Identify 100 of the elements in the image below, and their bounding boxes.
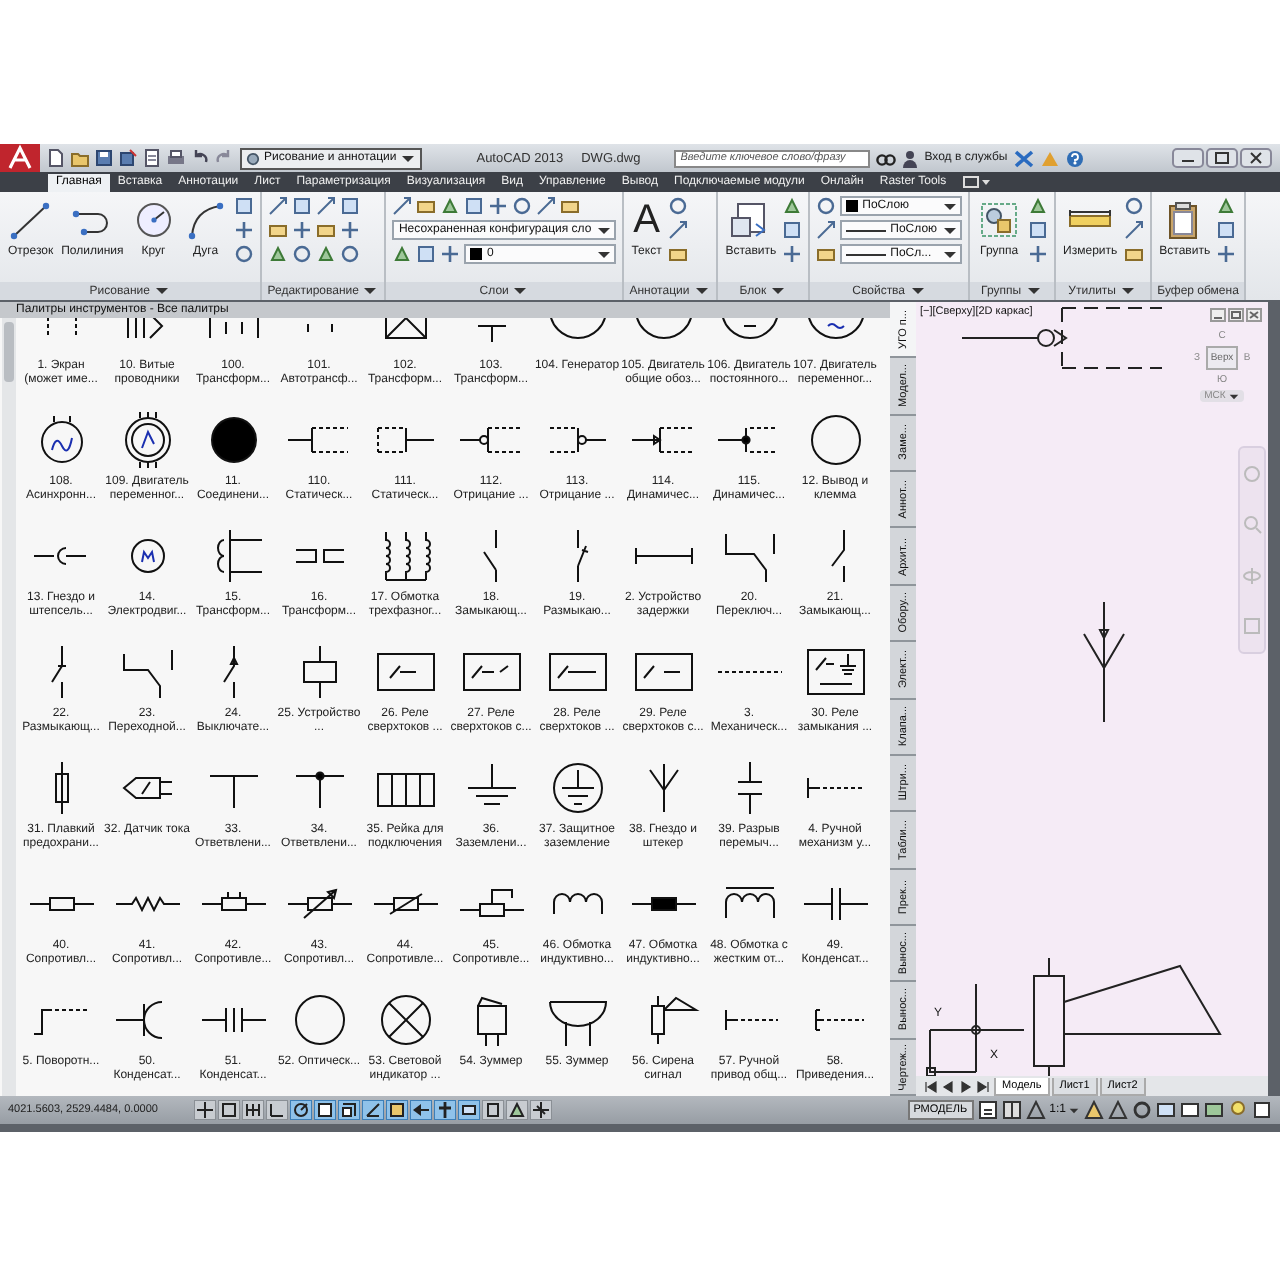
drawing-aid-toggle[interactable] [218, 1100, 240, 1120]
tool-icon[interactable] [816, 196, 837, 216]
caret-icon[interactable] [512, 284, 529, 298]
caret-icon[interactable] [153, 284, 170, 298]
tool-icon[interactable] [1027, 220, 1048, 240]
tool-icon[interactable] [667, 220, 688, 240]
drawing-aid-toggle[interactable] [410, 1100, 432, 1120]
tool-icon[interactable] [667, 244, 688, 264]
drawing-aid-toggle[interactable] [482, 1100, 504, 1120]
tool-icon[interactable] [1123, 220, 1144, 240]
ucs-icon [926, 980, 1030, 1076]
tool-icon[interactable] [267, 244, 288, 264]
caret-icon[interactable] [770, 284, 787, 298]
tool-icon[interactable] [464, 196, 485, 216]
panel-toggle-icon[interactable] [962, 174, 991, 190]
tool-icon[interactable] [291, 220, 312, 240]
antenna-drawing [1080, 602, 1128, 722]
minimize-icon[interactable] [1172, 148, 1204, 168]
close-icon[interactable] [1240, 148, 1272, 168]
close-icon[interactable] [1246, 308, 1262, 322]
tool-icon[interactable] [1216, 196, 1237, 216]
open-folder-icon[interactable] [70, 148, 90, 168]
new-file-icon[interactable] [46, 148, 66, 168]
tool-icon[interactable] [233, 196, 254, 216]
tool-icon[interactable] [291, 196, 312, 216]
tool-icon[interactable] [512, 196, 533, 216]
tool-icon[interactable] [782, 196, 803, 216]
tool-icon[interactable] [816, 244, 837, 264]
drawing-aid-toggle[interactable] [266, 1100, 288, 1120]
drawing-aid-toggle[interactable] [242, 1100, 264, 1120]
light-bulb-icon[interactable] [1228, 1100, 1248, 1120]
tool-icon[interactable] [440, 244, 461, 264]
caret-icon [400, 151, 417, 165]
caret-icon [1227, 391, 1240, 401]
tool-icon[interactable] [291, 244, 312, 264]
tool-icon[interactable] [536, 196, 557, 216]
caret-icon [1068, 1105, 1080, 1115]
tool-icon[interactable] [1027, 196, 1048, 216]
tool-icon[interactable] [267, 220, 288, 240]
caret-icon[interactable] [1025, 284, 1042, 298]
arc-tool-icon [183, 200, 228, 240]
help-icon[interactable] [1065, 149, 1084, 167]
drawing-aid-toggle[interactable] [386, 1100, 408, 1120]
tool-icon[interactable] [1123, 244, 1144, 264]
tool-icon[interactable] [782, 220, 803, 240]
tool-icon[interactable] [267, 196, 288, 216]
caret-icon[interactable] [362, 284, 379, 298]
caret-icon[interactable] [1120, 284, 1136, 298]
tool-icon[interactable] [1027, 244, 1048, 264]
drawing-aid-toggle[interactable] [434, 1100, 456, 1120]
drawing-aid-toggle[interactable] [314, 1100, 336, 1120]
tool-icon[interactable] [392, 244, 413, 264]
save-icon[interactable] [94, 148, 114, 168]
print-icon[interactable] [166, 148, 186, 168]
tool-icon[interactable] [233, 220, 254, 240]
drawing-aid-toggle[interactable] [530, 1100, 552, 1120]
last-page-icon[interactable] [976, 1079, 992, 1093]
tool-icon[interactable] [816, 220, 837, 240]
tool-icon[interactable] [339, 196, 360, 216]
tool-icon[interactable] [339, 220, 360, 240]
maximize-icon[interactable] [1228, 308, 1244, 322]
tool-icon[interactable] [488, 196, 509, 216]
drawing-aid-toggle[interactable] [194, 1100, 216, 1120]
tool-icon[interactable] [1216, 244, 1237, 264]
drawing-aid-toggle[interactable] [506, 1100, 528, 1120]
tool-icon[interactable] [315, 196, 336, 216]
tool-icon[interactable] [782, 244, 803, 264]
binoculars-icon[interactable] [876, 149, 897, 167]
drawing-aid-toggle[interactable] [338, 1100, 360, 1120]
tool-icon[interactable] [1123, 196, 1144, 216]
scrollbar[interactable] [2, 318, 16, 1096]
tool-icon[interactable] [560, 196, 581, 216]
viewports-icon[interactable] [1001, 1100, 1022, 1120]
tool-icon[interactable] [1216, 220, 1237, 240]
group-tool-icon [977, 200, 1022, 240]
tool-icon[interactable] [667, 196, 688, 216]
save-as-icon[interactable] [118, 148, 138, 168]
tool-icon[interactable] [416, 244, 437, 264]
maximize-icon[interactable] [1206, 148, 1238, 168]
tool-icon[interactable] [416, 196, 437, 216]
document-icon[interactable] [142, 148, 162, 168]
drawing-aid-toggle[interactable] [362, 1100, 384, 1120]
caret-icon[interactable] [693, 284, 710, 298]
line-tool-icon [8, 200, 53, 240]
tool-icon[interactable] [315, 220, 336, 240]
drawing-aid-toggle[interactable] [458, 1100, 480, 1120]
caret-icon[interactable] [909, 284, 926, 298]
tool-icon[interactable] [392, 196, 413, 216]
minimize-icon[interactable] [1210, 308, 1226, 322]
first-page-icon[interactable] [922, 1079, 938, 1093]
tool-icon[interactable] [440, 196, 461, 216]
drawing-aid-toggle[interactable] [290, 1100, 312, 1120]
tool-icon[interactable] [315, 244, 336, 264]
tool-icon[interactable] [233, 244, 254, 264]
circle-tool-icon [131, 200, 176, 240]
app-logo-icon[interactable] [0, 144, 40, 172]
tool-icon[interactable] [339, 244, 360, 264]
layout-icon[interactable] [977, 1100, 998, 1120]
user-icon[interactable] [902, 149, 919, 167]
undo-icon[interactable] [190, 148, 210, 168]
